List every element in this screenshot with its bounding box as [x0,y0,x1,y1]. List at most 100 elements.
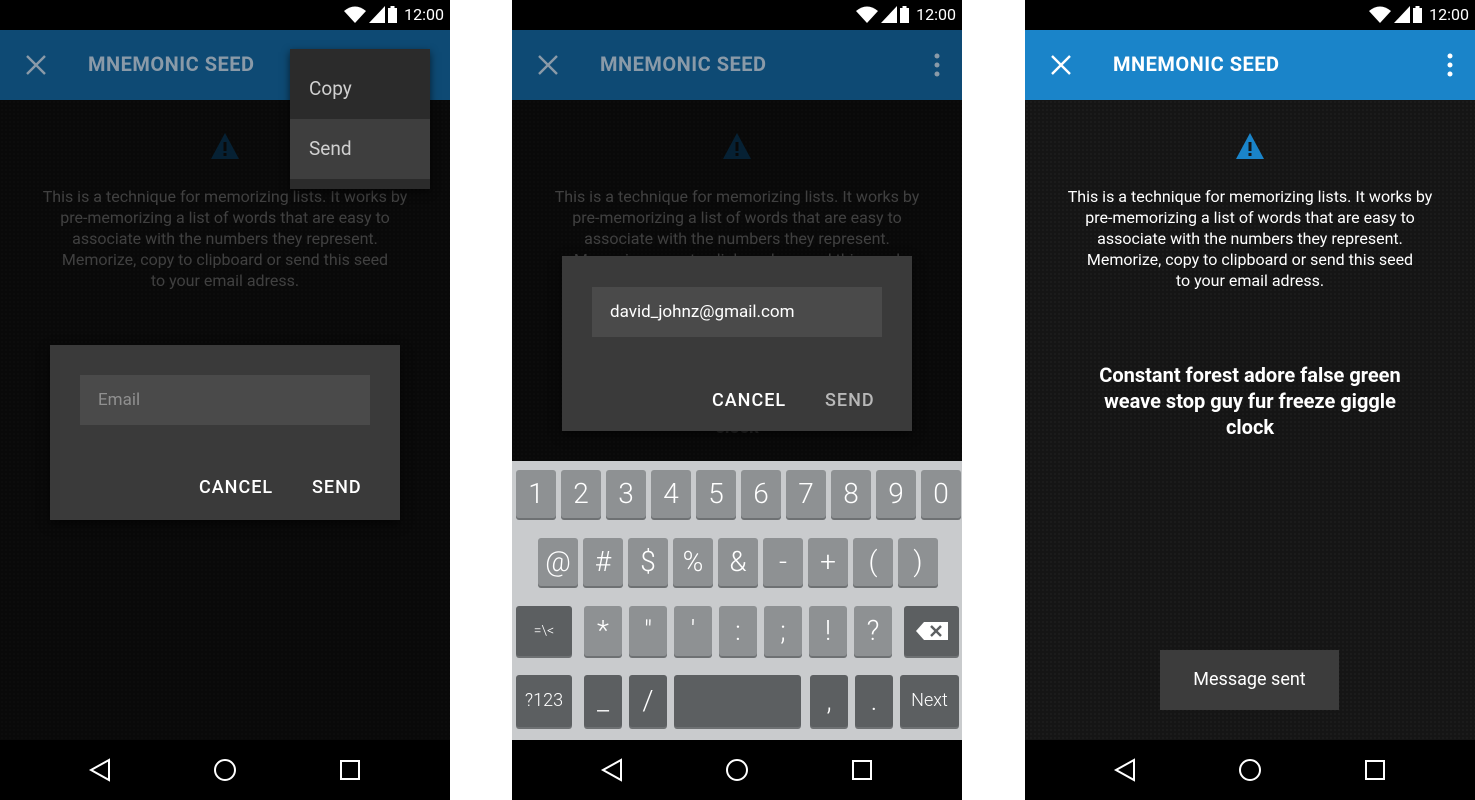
email-field[interactable]: Email [80,375,370,425]
navigation-bar [0,740,450,800]
key-4[interactable]: 4 [651,470,691,518]
key-open-paren[interactable]: ( [853,538,893,586]
key-single-quote[interactable]: ' [674,606,712,656]
key-semicolon[interactable]: ; [764,606,802,656]
key-minus[interactable]: - [763,538,803,586]
mnemonic-seed-text: Constant forest adore false green weave … [1085,362,1415,440]
key-dollar[interactable]: $ [628,538,668,586]
close-icon[interactable] [1049,53,1073,77]
back-icon[interactable] [599,758,625,782]
key-double-quote[interactable]: " [629,606,667,656]
key-7[interactable]: 7 [786,470,826,518]
key-percent[interactable]: % [673,538,713,586]
key-space[interactable] [674,675,801,727]
key-5[interactable]: 5 [696,470,736,518]
wifi-icon [1369,6,1392,23]
key-0[interactable]: 0 [921,470,961,518]
close-icon[interactable] [24,53,48,77]
key-6[interactable]: 6 [741,470,781,518]
key-symbols-more[interactable]: =\< [516,606,572,656]
status-bar: 12:00 [1025,0,1475,30]
key-backspace[interactable] [904,606,959,656]
soft-keyboard: 1 2 3 4 5 6 7 8 9 0 @ # $ % & - + ( ) =\… [512,461,962,740]
back-icon[interactable] [1112,758,1138,782]
key-hash[interactable]: # [583,538,623,586]
navigation-bar [512,740,962,800]
key-plus[interactable]: + [808,538,848,586]
warning-icon [1236,133,1264,159]
battery-icon [1413,6,1423,23]
key-next[interactable]: Next [900,675,959,727]
signal-icon [1394,5,1411,23]
menu-item-copy[interactable]: Copy [290,59,430,119]
key-switch-123[interactable]: ?123 [516,675,572,727]
home-icon[interactable] [1237,758,1263,782]
screen-send-dialog: 12:00 MNEMONIC SEED This is a technique … [0,0,450,800]
key-period[interactable]: . [855,675,893,727]
email-dialog: Email CANCEL SEND [50,345,400,520]
signal-icon [881,5,898,23]
cancel-button[interactable]: CANCEL [712,390,786,411]
key-asterisk[interactable]: * [584,606,622,656]
recents-icon[interactable] [849,758,875,782]
key-8[interactable]: 8 [831,470,871,518]
key-2[interactable]: 2 [561,470,601,518]
key-3[interactable]: 3 [606,470,646,518]
description-line: to your email adress. [1175,271,1325,290]
key-at[interactable]: @ [538,538,578,586]
description-line: This is a technique for memorizing lists… [1067,187,1433,206]
send-button[interactable]: SEND [312,477,362,498]
page-title: MNEMONIC SEED [1113,52,1280,76]
back-icon[interactable] [87,758,113,782]
key-underscore[interactable]: _ [584,675,622,727]
navigation-bar [1025,740,1475,800]
status-bar: 12:00 [512,0,962,30]
key-exclamation[interactable]: ! [809,606,847,656]
key-colon[interactable]: : [719,606,757,656]
seed-line: Constant forest adore false green [1099,363,1401,387]
wifi-icon [344,6,367,23]
more-vert-icon[interactable] [932,51,942,79]
screen-email-entry: 12:00 MNEMONIC SEED This is a technique … [512,0,962,800]
close-icon[interactable] [536,53,560,77]
email-dialog: david_johnz@gmail.com CANCEL SEND [562,256,912,431]
page-title: MNEMONIC SEED [600,52,767,76]
toast-message: Message sent [1160,650,1339,710]
send-button[interactable]: SEND [825,390,875,411]
menu-item-send[interactable]: Send [290,119,430,179]
battery-icon [388,6,398,23]
clock-time: 12:00 [404,5,444,24]
key-question[interactable]: ? [854,606,892,656]
description-line: pre-memorizing a list of words that are … [1085,208,1415,227]
description-line: Memorize, copy to clipboard or send this… [1086,250,1414,269]
signal-icon [369,5,386,23]
home-icon[interactable] [724,758,750,782]
app-toolbar: MNEMONIC SEED [512,30,962,100]
screen-message-sent: 12:00 MNEMONIC SEED This is a technique … [1025,0,1475,800]
seed-line: weave stop guy fur freeze giggle [1104,389,1396,413]
page-title: MNEMONIC SEED [88,52,255,76]
key-ampersand[interactable]: & [718,538,758,586]
key-1[interactable]: 1 [516,470,556,518]
clock-time: 12:00 [1429,5,1469,24]
home-icon[interactable] [212,758,238,782]
key-close-paren[interactable]: ) [898,538,938,586]
app-toolbar: MNEMONIC SEED [1025,30,1475,100]
cancel-button[interactable]: CANCEL [199,477,273,498]
seed-line: clock [1225,415,1275,439]
recents-icon[interactable] [337,758,363,782]
overflow-menu: Copy Send [290,49,430,189]
email-field[interactable]: david_johnz@gmail.com [592,287,882,337]
battery-icon [900,6,910,23]
more-vert-icon[interactable] [1445,51,1455,79]
backspace-icon [915,622,948,640]
status-bar: 12:00 [0,0,450,30]
wifi-icon [856,6,879,23]
key-9[interactable]: 9 [876,470,916,518]
clock-time: 12:00 [916,5,956,24]
description-line: associate with the numbers they represen… [1097,229,1403,248]
key-comma[interactable]: , [810,675,848,727]
recents-icon[interactable] [1362,758,1388,782]
key-slash[interactable]: / [629,675,667,727]
description-text: This is a technique for memorizing lists… [1045,186,1455,291]
